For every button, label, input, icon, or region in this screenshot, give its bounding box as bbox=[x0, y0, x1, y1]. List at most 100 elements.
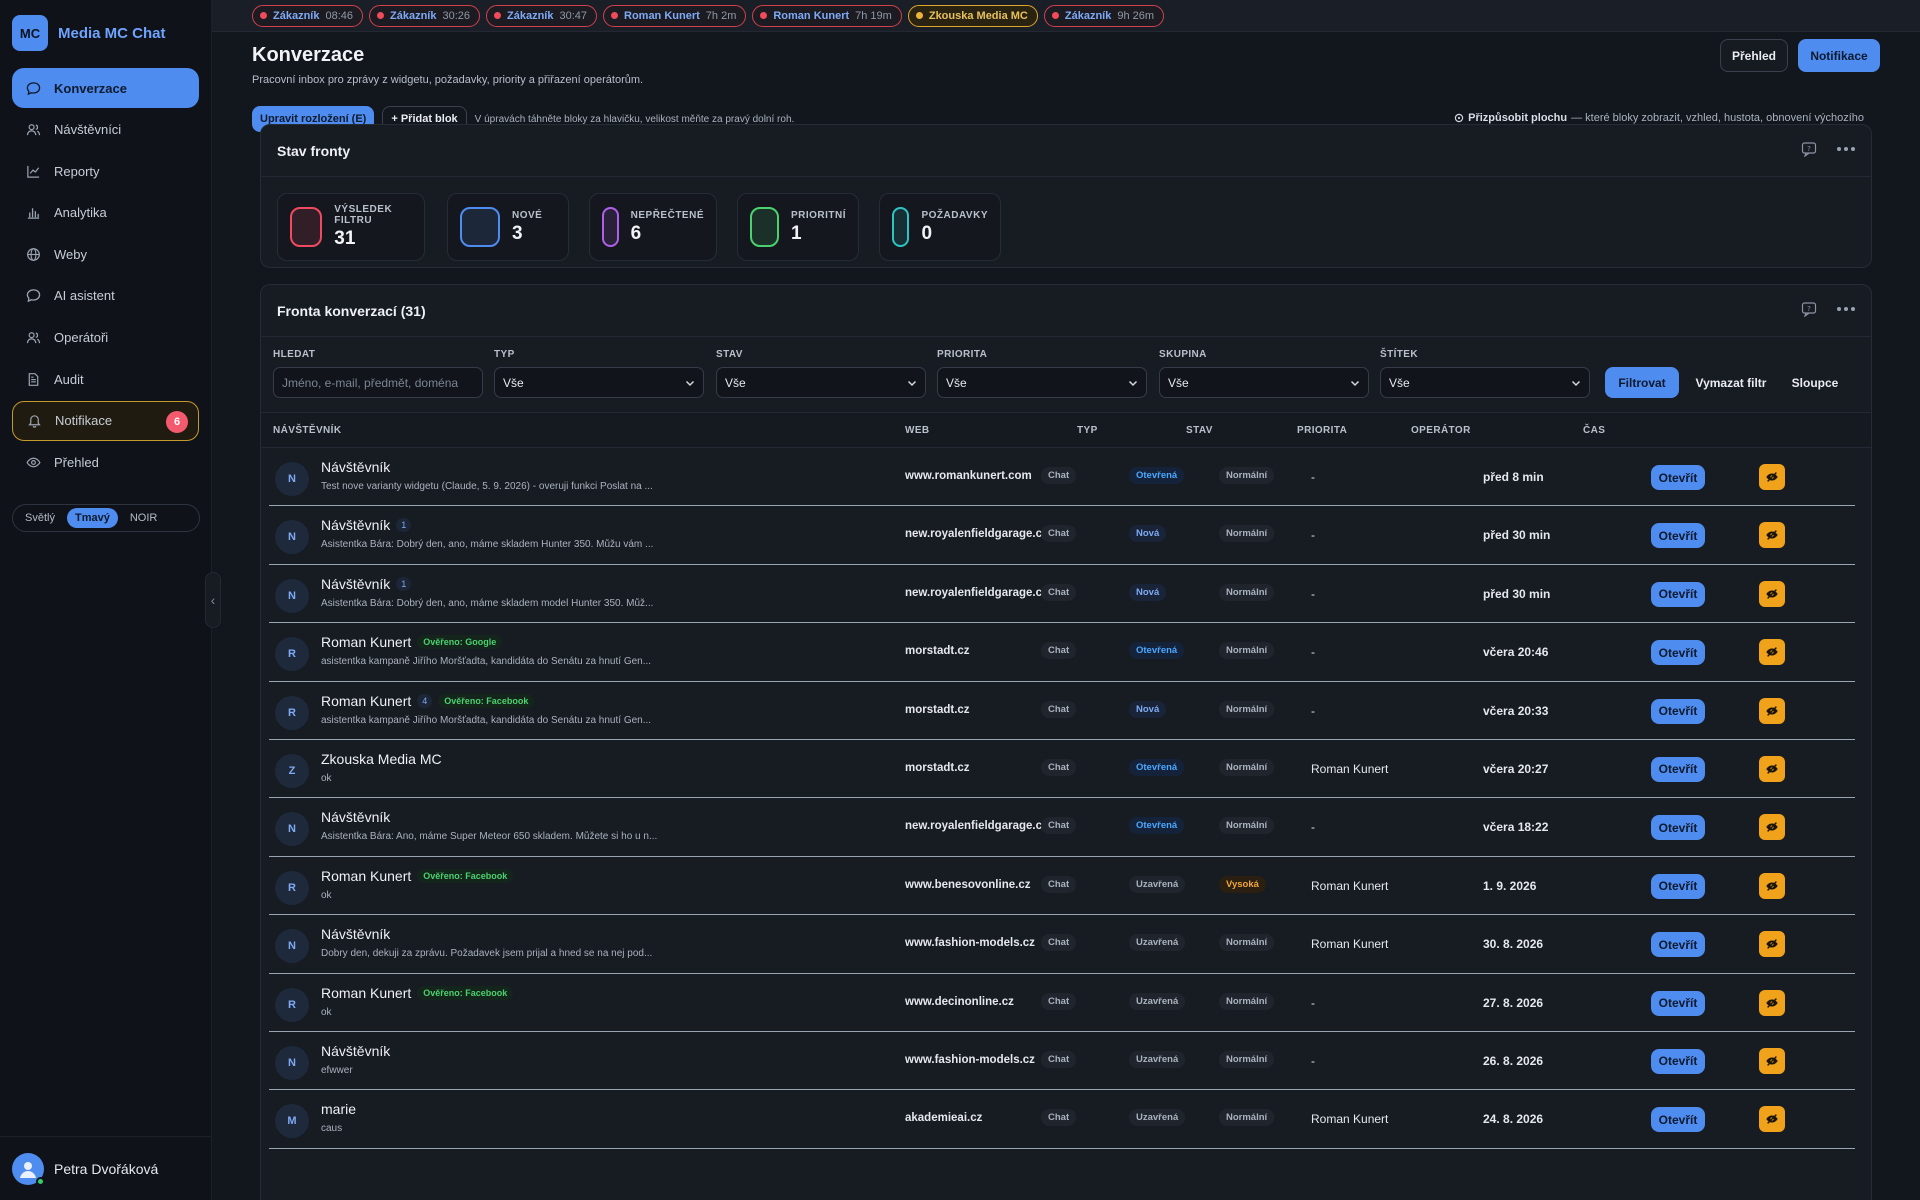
open-conversation-button[interactable]: Otevřít bbox=[1651, 873, 1705, 899]
active-chat-chip[interactable]: Roman Kunert 7h 2m bbox=[603, 4, 747, 27]
clear-filter-button[interactable]: Vymazat filtr bbox=[1689, 367, 1773, 398]
table-row[interactable]: R Roman Kunert Ověřeno: Facebook ok www.bene… bbox=[269, 857, 1855, 916]
sidebar-item-reporty[interactable]: Reporty bbox=[12, 151, 199, 191]
open-conversation-button[interactable]: Otevřít bbox=[1651, 756, 1705, 782]
last-message-preview: Dobry den, dekuji za zprávu. Požadavek j… bbox=[321, 948, 653, 960]
open-conversation-button[interactable]: Otevřít bbox=[1651, 581, 1705, 607]
customize-workspace[interactable]: Přizpůsobit plochu — které bloky zobrazi… bbox=[1454, 112, 1864, 124]
open-conversation-button[interactable]: Otevřít bbox=[1651, 698, 1705, 724]
open-conversation-button[interactable]: Otevřít bbox=[1651, 990, 1705, 1016]
sidebar-item-weby[interactable]: Weby bbox=[12, 234, 199, 274]
open-conversation-button[interactable]: Otevřít bbox=[1651, 1107, 1705, 1133]
active-chat-chip[interactable]: Zákazník 08:46 bbox=[252, 4, 363, 27]
column-header-time[interactable]: ČAS bbox=[1583, 425, 1605, 436]
search-input[interactable]: Jméno, e-mail, předmět, doména bbox=[273, 367, 483, 398]
table-row[interactable]: N Návštěvník Dobry den, dekuji za zprávu. … bbox=[269, 915, 1855, 974]
active-chat-chip[interactable]: Roman Kunert 7h 19m bbox=[752, 4, 902, 27]
filter-button[interactable]: Filtrovat bbox=[1605, 367, 1679, 398]
open-conversation-button[interactable]: Otevřít bbox=[1651, 523, 1705, 549]
column-header-operator[interactable]: OPERÁTOR bbox=[1411, 425, 1471, 436]
more-options-icon[interactable] bbox=[1837, 307, 1855, 311]
hide-eye-button[interactable] bbox=[1759, 464, 1785, 490]
sidebar-item-notifikace[interactable]: Notifikace 6 bbox=[12, 400, 199, 441]
stat-label: NOVÉ bbox=[512, 209, 543, 221]
columns-button[interactable]: Sloupce bbox=[1777, 367, 1853, 398]
hide-eye-button[interactable] bbox=[1759, 989, 1785, 1016]
panel-header[interactable]: Fronta konverzací (31) bbox=[261, 285, 1871, 337]
more-options-icon[interactable] bbox=[1837, 147, 1855, 151]
table-row[interactable]: N Návštěvník efwwer www.fashion-models.cz Ch… bbox=[269, 1032, 1855, 1091]
sidebar-item-audit[interactable]: Audit bbox=[12, 359, 199, 399]
hide-eye-button[interactable] bbox=[1759, 522, 1785, 549]
active-chat-chip[interactable]: Zákazník 9h 26m bbox=[1043, 4, 1165, 27]
table-row[interactable]: R Roman Kunert Ověřeno: Facebook ok www.deci… bbox=[269, 974, 1855, 1032]
table-row[interactable]: Z Zkouska Media MC ok morstadt.cz Chat Otevře… bbox=[269, 740, 1855, 799]
help-chat-icon[interactable]: ? bbox=[1801, 141, 1817, 157]
conversation-time: včera 20:33 bbox=[1483, 703, 1549, 718]
table-row[interactable]: R Roman Kunert Ověřeno: Google asistentka k… bbox=[269, 623, 1855, 682]
active-chat-chip[interactable]: Zákazník 30:26 bbox=[369, 4, 480, 27]
stat-card-neprectene[interactable]: NEPŘEČTENÉ 6 bbox=[589, 193, 717, 261]
priority-select[interactable]: Vše bbox=[937, 367, 1147, 398]
open-conversation-button[interactable]: Otevřít bbox=[1651, 640, 1705, 666]
sidebar-item-operatori[interactable]: Operátoři bbox=[12, 318, 199, 358]
hide-eye-button[interactable] bbox=[1759, 697, 1785, 724]
web-domain: new.royalenfieldgarage.cz bbox=[905, 528, 1048, 541]
sidebar-item-analytika[interactable]: Analytika bbox=[12, 193, 199, 233]
column-header-priority[interactable]: PRIORITA bbox=[1297, 425, 1347, 436]
active-chat-chip[interactable]: Zákazník 30:47 bbox=[486, 4, 597, 27]
overview-button[interactable]: Přehled bbox=[1720, 39, 1788, 72]
tag-select[interactable]: Vše bbox=[1380, 367, 1590, 398]
user-profile[interactable]: Petra Dvořáková bbox=[0, 1136, 212, 1200]
type-badge: Chat bbox=[1041, 934, 1077, 952]
sidebar-item-navstevnici[interactable]: Návštěvníci bbox=[12, 110, 199, 150]
hide-eye-button[interactable] bbox=[1759, 1106, 1785, 1133]
group-select[interactable]: Vše bbox=[1159, 367, 1369, 398]
hide-eye-button[interactable] bbox=[1759, 755, 1785, 782]
theme-option-noir[interactable]: NOIR bbox=[122, 508, 166, 528]
stat-card-pozadavky[interactable]: POŽADAVKY 0 bbox=[879, 193, 1001, 261]
unread-count-badge: 1 bbox=[396, 518, 412, 533]
type-badge: Chat bbox=[1041, 525, 1077, 543]
open-conversation-button[interactable]: Otevřít bbox=[1651, 815, 1705, 841]
table-row[interactable]: N Návštěvník 1 Asistentka Bára: Dobrý den, … bbox=[269, 565, 1855, 624]
stat-card-prioritni[interactable]: PRIORITNÍ 1 bbox=[737, 193, 859, 261]
sidebar-item-konverzace[interactable]: Konverzace bbox=[12, 68, 199, 108]
table-row[interactable]: N Návštěvník Test nove varianty widgetu (C… bbox=[269, 448, 1855, 507]
type-badge: Chat bbox=[1041, 758, 1077, 776]
sidebar-item-prehled[interactable]: Přehled bbox=[12, 442, 199, 482]
table-row[interactable]: N Návštěvník Asistentka Bára: Ano, máme Su… bbox=[269, 798, 1855, 857]
help-chat-icon[interactable]: ? bbox=[1801, 301, 1817, 317]
sidebar-item-ai-asistent[interactable]: AI asistent bbox=[12, 276, 199, 316]
column-header-type[interactable]: TYP bbox=[1077, 425, 1098, 436]
hide-eye-button[interactable] bbox=[1759, 872, 1785, 899]
open-conversation-button[interactable]: Otevřít bbox=[1651, 465, 1705, 490]
hide-eye-button[interactable] bbox=[1759, 1047, 1785, 1074]
state-select[interactable]: Vše bbox=[716, 367, 926, 398]
hide-eye-button[interactable] bbox=[1759, 580, 1785, 607]
notifications-button[interactable]: Notifikace bbox=[1798, 39, 1880, 72]
type-select[interactable]: Vše bbox=[494, 367, 704, 398]
stat-card-nove[interactable]: NOVÉ 3 bbox=[447, 193, 569, 261]
hide-eye-button[interactable] bbox=[1759, 931, 1785, 958]
hide-eye-button[interactable] bbox=[1759, 639, 1785, 666]
hide-eye-button[interactable] bbox=[1759, 814, 1785, 841]
column-header-state[interactable]: STAV bbox=[1186, 425, 1213, 436]
theme-option-svetly[interactable]: Světlý bbox=[17, 508, 63, 528]
column-header-visitor[interactable]: NÁVŠTĚVNÍK bbox=[273, 425, 341, 436]
panel-header[interactable]: Stav fronty bbox=[261, 125, 1871, 177]
visitor-name-line: Návštěvník bbox=[321, 1043, 390, 1059]
active-chat-chip[interactable]: Zkouska Media MC bbox=[907, 4, 1038, 27]
table-row[interactable]: R Roman Kunert 4 Ověřeno: Facebook asistentk… bbox=[269, 682, 1855, 740]
open-conversation-button[interactable]: Otevřít bbox=[1651, 932, 1705, 958]
column-header-web[interactable]: WEB bbox=[905, 425, 930, 436]
priority-filter: PRIORITA Vše bbox=[937, 349, 1147, 398]
table-row[interactable]: Mmarie caus akademieai.cz Chat Uzavřená Normá… bbox=[269, 1090, 1855, 1149]
table-row[interactable]: N Návštěvník 1 Asistentka Bára: Dobrý den, … bbox=[269, 506, 1855, 565]
brand[interactable]: MC Media MC Chat bbox=[0, 0, 211, 66]
theme-option-tmavy[interactable]: Tmavý bbox=[66, 508, 118, 529]
stat-card-vysledek-filtru[interactable]: VÝSLEDEK FILTRU 31 bbox=[277, 193, 425, 261]
visitor-name: marie bbox=[321, 1101, 357, 1118]
open-conversation-button[interactable]: Otevřít bbox=[1651, 1048, 1705, 1074]
filter-label: STAV bbox=[716, 349, 743, 360]
